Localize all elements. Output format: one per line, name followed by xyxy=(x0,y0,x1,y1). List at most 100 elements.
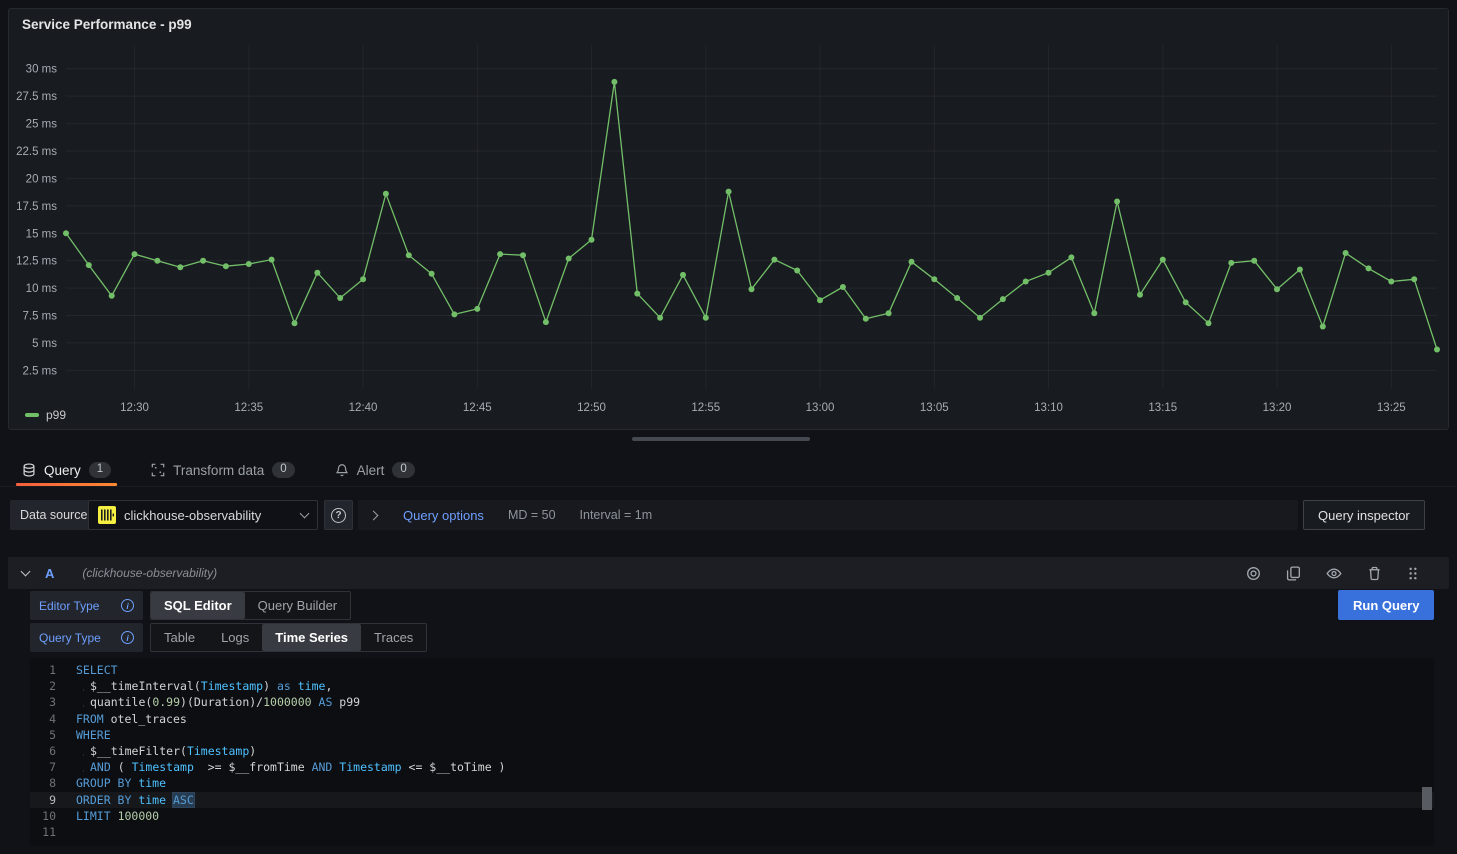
tab-query[interactable]: Query 1 xyxy=(16,454,117,486)
data-point xyxy=(543,319,549,325)
y-axis-tick-label: 7.5 ms xyxy=(22,311,57,323)
datasource-label: Data source xyxy=(10,500,97,530)
data-point xyxy=(1297,267,1303,273)
code-token: LIMIT xyxy=(76,809,111,823)
info-icon[interactable]: i xyxy=(121,599,134,612)
data-point xyxy=(1091,310,1097,316)
code-line-9[interactable]: 9ORDER BY time ASC xyxy=(30,792,1434,808)
code-line-6[interactable]: 6$__timeFilter(Timestamp) xyxy=(30,743,1434,759)
tab-alert[interactable]: Alert 0 xyxy=(329,454,421,486)
code-token: <= $__toTime ) xyxy=(402,760,506,774)
sql-code-editor[interactable]: 1SELECT2$__timeInterval(Timestamp) as ti… xyxy=(30,658,1434,846)
code-line-5[interactable]: 5WHERE xyxy=(30,727,1434,743)
query-options-toggle[interactable]: Query options xyxy=(403,508,484,523)
code-token: 100000 xyxy=(118,809,160,823)
line-number: 10 xyxy=(30,808,56,824)
y-axis-tick-label: 20 ms xyxy=(26,173,58,185)
data-point xyxy=(680,272,686,278)
chevron-down-icon xyxy=(300,509,310,519)
code-token: otel_traces xyxy=(104,712,187,726)
data-point xyxy=(1000,296,1006,302)
y-axis-tick-label: 30 ms xyxy=(26,64,58,76)
code-line-3[interactable]: 3quantile(0.99)(Duration)/1000000 AS p99 xyxy=(30,694,1434,710)
bell-icon xyxy=(335,463,349,477)
datasource-picker[interactable]: clickhouse-observability xyxy=(88,500,318,530)
question-circle-icon: ? xyxy=(331,508,346,523)
radio-option-logs[interactable]: Logs xyxy=(208,624,262,651)
eye-icon[interactable] xyxy=(1326,566,1342,581)
code-line-2[interactable]: 2$__timeInterval(Timestamp) as time, xyxy=(30,678,1434,694)
code-line-7[interactable]: 7AND ( Timestamp >= $__fromTime AND Time… xyxy=(30,759,1434,775)
timeseries-chart[interactable]: 2.5 ms5 ms7.5 ms10 ms12.5 ms15 ms17.5 ms… xyxy=(9,41,1447,413)
tab-transform-data[interactable]: Transform data 0 xyxy=(145,454,300,486)
x-axis-tick-label: 12:45 xyxy=(463,402,492,413)
code-token: as xyxy=(277,679,291,693)
line-number: 1 xyxy=(30,662,56,678)
data-point xyxy=(451,311,457,317)
data-point xyxy=(1388,279,1394,285)
radio-option-sql-editor[interactable]: SQL Editor xyxy=(151,592,245,619)
data-point xyxy=(337,295,343,301)
collapse-chevron-icon[interactable] xyxy=(21,567,31,577)
x-axis-tick-label: 13:20 xyxy=(1263,402,1292,413)
data-point xyxy=(977,315,983,321)
data-point xyxy=(794,268,800,274)
radio-option-time-series[interactable]: Time Series xyxy=(262,624,361,651)
code-line-11[interactable]: 11 xyxy=(30,824,1434,840)
data-point xyxy=(1023,279,1029,285)
data-point xyxy=(1274,286,1280,292)
copy-query-icon[interactable] xyxy=(1286,566,1301,581)
code-token: $__timeFilter( xyxy=(90,744,187,758)
data-point xyxy=(634,291,640,297)
query-row-header[interactable]: A (clickhouse-observability) xyxy=(8,557,1449,589)
data-point xyxy=(1137,292,1143,298)
data-point xyxy=(1320,324,1326,330)
code-token: time xyxy=(138,776,166,790)
data-point xyxy=(1206,320,1212,326)
line-number: 4 xyxy=(30,711,56,727)
data-point xyxy=(1046,270,1052,276)
x-axis-tick-label: 13:05 xyxy=(920,402,949,413)
info-icon[interactable]: i xyxy=(121,631,134,644)
data-point xyxy=(817,297,823,303)
code-token: Timestamp xyxy=(187,744,249,758)
pane-resize-handle[interactable] xyxy=(632,437,810,441)
trash-icon[interactable] xyxy=(1367,566,1382,581)
code-token xyxy=(166,793,173,807)
editor-scrollbar-thumb[interactable] xyxy=(1422,787,1432,810)
tab-alert-count: 0 xyxy=(392,462,414,478)
query-inspector-button[interactable]: Query inspector xyxy=(1303,500,1425,530)
code-line-8[interactable]: 8GROUP BY time xyxy=(30,775,1434,791)
y-axis-tick-label: 5 ms xyxy=(32,338,57,350)
tab-query-label: Query xyxy=(44,463,81,478)
run-query-button[interactable]: Run Query xyxy=(1338,590,1434,620)
data-point xyxy=(566,256,572,262)
drag-handle-icon[interactable] xyxy=(1407,566,1419,581)
data-point xyxy=(886,310,892,316)
y-axis-tick-label: 22.5 ms xyxy=(16,146,57,158)
code-line-4[interactable]: 4FROM otel_traces xyxy=(30,711,1434,727)
radio-option-table[interactable]: Table xyxy=(151,624,208,651)
data-point xyxy=(954,295,960,301)
chart-legend[interactable]: p99 xyxy=(25,408,66,422)
code-token: quantile( xyxy=(90,695,152,709)
datasource-help-button[interactable]: ? xyxy=(324,500,353,530)
data-point xyxy=(931,276,937,282)
transform-icon xyxy=(151,463,165,477)
code-line-1[interactable]: 1SELECT xyxy=(30,662,1434,678)
radio-option-query-builder[interactable]: Query Builder xyxy=(245,592,350,619)
chevron-right-icon[interactable] xyxy=(369,510,379,520)
code-token xyxy=(291,679,298,693)
code-token: time xyxy=(138,793,166,807)
legend-series-label[interactable]: p99 xyxy=(46,408,66,422)
data-point xyxy=(863,316,869,322)
record-circle-icon[interactable] xyxy=(1246,566,1261,581)
radio-option-traces[interactable]: Traces xyxy=(361,624,426,651)
y-axis-tick-label: 17.5 ms xyxy=(16,201,57,213)
code-token: )(Duration)/ xyxy=(180,695,263,709)
legend-series-swatch xyxy=(25,413,39,417)
chart-canvas[interactable]: 2.5 ms5 ms7.5 ms10 ms12.5 ms15 ms17.5 ms… xyxy=(9,41,1447,413)
code-line-10[interactable]: 10 LIMIT 100000 xyxy=(30,808,1434,824)
line-number: 3 xyxy=(30,694,56,710)
y-axis-tick-label: 10 ms xyxy=(26,283,58,295)
